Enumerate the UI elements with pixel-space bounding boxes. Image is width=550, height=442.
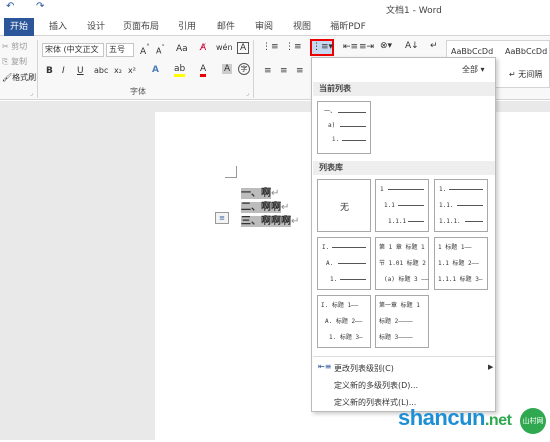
decrease-indent-button[interactable]: ⇤≡ bbox=[343, 42, 358, 52]
align-left-button[interactable]: ≡ bbox=[264, 66, 272, 76]
list-style-numeric-dot[interactable]: 1. 1.1. 1.1.1. bbox=[434, 179, 488, 232]
list-style-heading-roman[interactable]: I. 标题 1—— A. 标题 2—— 1. 标题 3— bbox=[317, 295, 371, 348]
list-line-3[interactable]: 三、啊啊啊↵ bbox=[241, 212, 299, 227]
align-center-button[interactable]: ≡ bbox=[280, 66, 288, 76]
multilevel-list-menu: 全部 ▾ 当前列表 一、 a) i. 列表库 无 1 1.1 1.1.1 1. … bbox=[311, 57, 496, 412]
style-no-spacing-label: ↵ 无间隔 bbox=[509, 70, 543, 79]
tab-references[interactable]: 引用 bbox=[173, 18, 201, 36]
list-style-chapter[interactable]: 第 1 章 标题 1 节 1.01 标题 2 (a) 标题 3 —— bbox=[375, 237, 429, 290]
style-no-spacing[interactable]: AaBbCcDd bbox=[505, 47, 547, 56]
phonetic-guide-icon[interactable]: wén bbox=[216, 43, 233, 52]
ribbon-tabs: 开始 插入 设计 页面布局 引用 邮件 审阅 视图 福昕PDF bbox=[0, 16, 550, 36]
redo-icon[interactable]: ↷ bbox=[36, 1, 44, 12]
sort-button[interactable]: A↓ bbox=[405, 41, 419, 51]
watermark-logo: 山村网 bbox=[520, 408, 546, 434]
clear-format-icon[interactable]: A̸ bbox=[200, 43, 206, 53]
strikethrough-button[interactable]: abc bbox=[94, 66, 108, 75]
enclosed-char-icon[interactable]: 字 bbox=[238, 63, 250, 75]
change-list-level-item[interactable]: 更改列表级别(C) bbox=[334, 363, 394, 374]
highlight-color-icon[interactable]: ab bbox=[174, 64, 186, 77]
list-line-2[interactable]: 二、啊啊↵ bbox=[241, 198, 289, 213]
current-list-header: 当前列表 bbox=[313, 82, 495, 96]
define-multilevel-list-item[interactable]: 定义新的多级列表(D)... bbox=[334, 380, 418, 391]
divider bbox=[253, 40, 254, 98]
divider bbox=[37, 40, 38, 98]
title-bar: ↶ ↷ 文档1 - Word bbox=[0, 0, 550, 16]
current-list-option[interactable]: 一、 a) i. bbox=[317, 101, 371, 154]
copy-button[interactable]: ⎘ 复制 bbox=[2, 56, 27, 67]
numbering-button[interactable]: ⋮≡ bbox=[285, 42, 302, 52]
menu-divider bbox=[313, 356, 495, 357]
format-painter-button[interactable]: 🖌格式刷 bbox=[2, 72, 36, 83]
autocorrect-options-icon[interactable]: ≡ bbox=[215, 212, 229, 224]
superscript-button[interactable]: x² bbox=[128, 66, 136, 75]
font-color-icon[interactable]: A bbox=[200, 64, 207, 77]
text-effects-icon[interactable]: A bbox=[152, 65, 159, 75]
watermark: shancun.net bbox=[398, 405, 512, 430]
font-launcher-icon[interactable]: ⌟ bbox=[246, 90, 249, 97]
tab-review[interactable]: 审阅 bbox=[250, 18, 278, 36]
font-size-select[interactable]: 五号 bbox=[106, 43, 134, 57]
show-marks-button[interactable]: ↵ bbox=[430, 41, 438, 51]
filter-select[interactable]: 全部 ▾ bbox=[462, 64, 485, 75]
font-group-label: 字体 bbox=[130, 87, 146, 96]
list-style-none[interactable]: 无 bbox=[317, 179, 371, 232]
list-style-roman[interactable]: I. A. 1. bbox=[317, 237, 371, 290]
tab-mailings[interactable]: 邮件 bbox=[212, 18, 240, 36]
char-border-icon[interactable]: A bbox=[237, 42, 250, 54]
change-case-button[interactable]: Aa bbox=[176, 44, 188, 54]
bullets-button[interactable]: ⋮≡ bbox=[262, 42, 279, 52]
list-library-header: 列表库 bbox=[313, 161, 495, 175]
subscript-button[interactable]: x₂ bbox=[114, 66, 122, 75]
tab-foxit-pdf[interactable]: 福昕PDF bbox=[326, 18, 370, 36]
tab-insert[interactable]: 插入 bbox=[44, 18, 72, 36]
font-name-select[interactable]: 宋体 (中文正文 bbox=[42, 43, 104, 57]
grow-font-button[interactable]: A˄ bbox=[140, 43, 150, 57]
list-style-heading-numeric[interactable]: 1 标题 1—— 1.1 标题 2—— 1.1.1 标题 3— bbox=[434, 237, 488, 290]
list-line-1[interactable]: 一、啊↵ bbox=[241, 184, 279, 199]
style-normal[interactable]: AaBbCcDd bbox=[451, 47, 493, 56]
char-shading-icon[interactable]: A bbox=[222, 64, 233, 74]
underline-button[interactable]: U bbox=[77, 66, 84, 76]
tab-home[interactable]: 开始 bbox=[4, 18, 34, 36]
align-right-button[interactable]: ≡ bbox=[296, 66, 304, 76]
tab-design[interactable]: 设计 bbox=[82, 18, 110, 36]
cut-button[interactable]: ✂ 剪切 bbox=[2, 41, 27, 52]
multilevel-list-button[interactable]: ⋮≡▾ bbox=[310, 39, 334, 56]
list-style-numeric[interactable]: 1 1.1 1.1.1 bbox=[375, 179, 429, 232]
change-level-icon: ⇤≡ bbox=[318, 362, 332, 371]
tab-page-layout[interactable]: 页面布局 bbox=[118, 18, 164, 36]
chinese-layout-icon[interactable]: ⊗▾ bbox=[380, 41, 392, 51]
clipboard-launcher-icon[interactable]: ⌟ bbox=[30, 90, 33, 97]
window-title: 文档1 - Word bbox=[386, 6, 442, 16]
increase-indent-button[interactable]: ≡⇥ bbox=[359, 42, 374, 52]
submenu-arrow-icon: ▶ bbox=[488, 363, 494, 371]
tab-view[interactable]: 视图 bbox=[288, 18, 316, 36]
list-style-chinese-chapter[interactable]: 第一章 标题 1 标题 2———— 标题 3———— bbox=[375, 295, 429, 348]
italic-button[interactable]: I bbox=[62, 66, 65, 76]
shrink-font-button[interactable]: A˅ bbox=[156, 44, 165, 56]
bold-button[interactable]: B bbox=[46, 66, 53, 76]
margin-mark bbox=[225, 166, 237, 178]
undo-icon[interactable]: ↶ bbox=[6, 1, 14, 12]
